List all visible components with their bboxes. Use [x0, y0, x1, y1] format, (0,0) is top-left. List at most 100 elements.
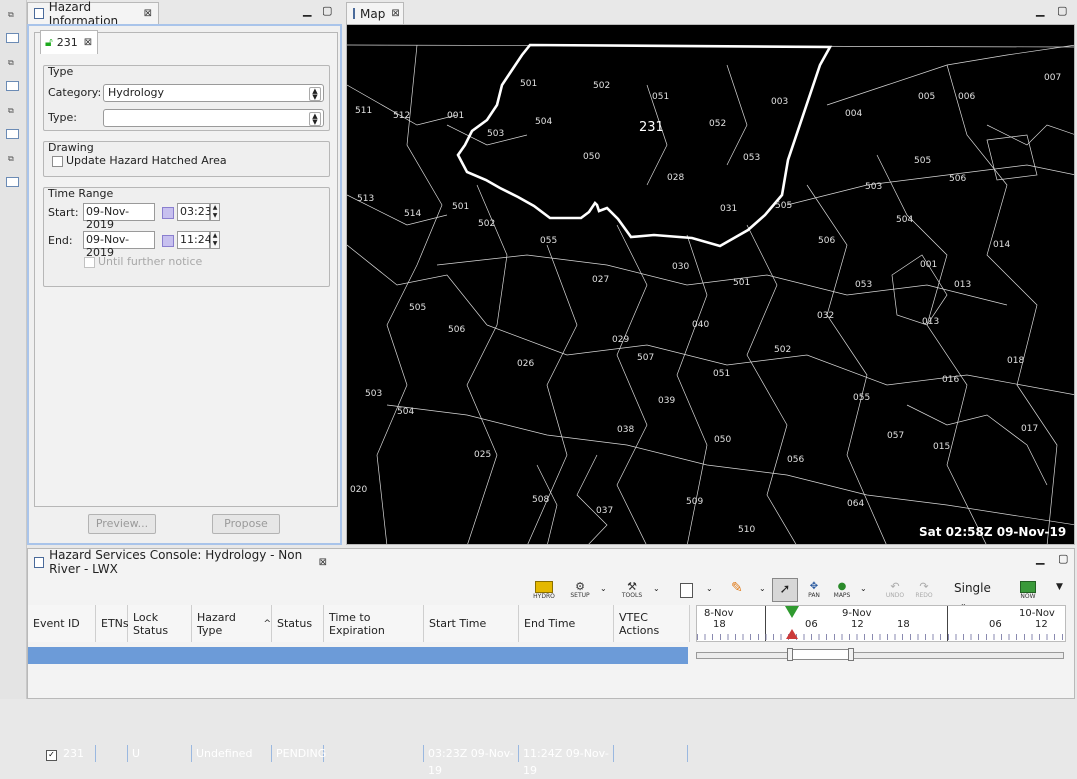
redo-icon: ↷: [919, 580, 929, 593]
restore-icon[interactable]: ⧉: [8, 106, 14, 116]
category-label: Category:: [48, 86, 102, 99]
close-icon[interactable]: ⊠: [144, 8, 152, 19]
column-lock-status[interactable]: Lock Status: [128, 605, 192, 642]
zone-label: 506: [818, 236, 835, 246]
now-button[interactable]: NOW: [1017, 581, 1039, 603]
column-etns[interactable]: ETNs: [96, 605, 129, 642]
view-menu-icon[interactable]: ▼: [1056, 582, 1063, 592]
tab-map[interactable]: Map ⊠: [346, 2, 404, 24]
zone-label: 016: [942, 375, 959, 385]
cell-event-id: ✓ 231: [28, 745, 96, 762]
chevron-updown-icon: ▲ ▼: [309, 112, 321, 126]
maximize-icon[interactable]: ▢: [322, 4, 332, 17]
pencil-icon[interactable]: ✎: [731, 580, 743, 596]
start-time-spinner[interactable]: ▲ ▼: [210, 203, 220, 221]
minimize-icon[interactable]: ▁: [303, 4, 311, 17]
column-status[interactable]: Status: [272, 605, 324, 642]
minimize-icon[interactable]: ▁: [1036, 4, 1044, 17]
restore-icon[interactable]: ⧉: [8, 58, 14, 68]
zone-label: 001: [920, 260, 937, 270]
close-icon[interactable]: ⊠: [391, 8, 399, 19]
event-start-handle[interactable]: [787, 648, 793, 661]
column-event-id[interactable]: Event ID: [28, 605, 96, 642]
column-hazard-type[interactable]: Hazard Type ^: [192, 605, 272, 642]
type-group-title: Type: [48, 65, 74, 78]
zone-label: 015: [933, 442, 950, 452]
table-row[interactable]: ✓ 231 U Undefined PENDING 03:23Z 09-Nov-1…: [28, 647, 688, 777]
tab-hazard-information[interactable]: Hazard Information ⊠: [27, 0, 159, 28]
undo-button[interactable]: ↶ UNDO: [884, 581, 906, 603]
maximize-icon[interactable]: ▢: [1057, 4, 1067, 17]
redo-button[interactable]: ↷ REDO: [913, 581, 935, 603]
document-icon[interactable]: [680, 583, 693, 598]
map-display[interactable]: 231 501 502 051 003 004 005 006 007 511 512 001 503…: [347, 25, 1075, 545]
zone-label: 003: [771, 97, 788, 107]
zone-label: 018: [1007, 356, 1024, 366]
column-end-time[interactable]: End Time: [519, 605, 614, 642]
close-icon[interactable]: ⊠: [319, 557, 327, 568]
minimize-icon[interactable]: ▁: [1036, 552, 1044, 565]
hazard-view-icon: [34, 8, 44, 19]
restore-icon[interactable]: ⧉: [8, 10, 14, 20]
preview-button[interactable]: Preview...: [88, 514, 156, 534]
select-pointer-button[interactable]: ➚: [772, 578, 798, 602]
chevron-down-icon[interactable]: ⌄: [706, 584, 713, 593]
until-further-checkbox[interactable]: [84, 257, 95, 268]
type-group: Type Category: Hydrology ▲ ▼ Type: ▲ ▼: [43, 65, 330, 131]
chevron-down-icon[interactable]: ⌄: [759, 584, 766, 593]
map-view-icon: [353, 8, 355, 19]
column-start-time[interactable]: Start Time: [424, 605, 519, 642]
view-icon[interactable]: [6, 81, 19, 91]
selection-mode-select[interactable]: Single ⌄: [954, 581, 1004, 608]
end-date-field[interactable]: 09-Nov-2019: [83, 231, 155, 259]
zone-label: 032: [817, 311, 834, 321]
zone-label: 004: [845, 109, 862, 119]
zone-label: 513: [357, 194, 374, 204]
sort-ascending-icon: ^: [263, 618, 271, 629]
event-end-handle[interactable]: [848, 648, 854, 661]
event-time-bar[interactable]: [790, 649, 852, 660]
timeline-ruler[interactable]: 8-Nov 9-Nov 10-Nov 18 06 12 18 06 12: [696, 605, 1066, 642]
calendar-icon[interactable]: [162, 207, 174, 219]
view-icon[interactable]: [6, 129, 19, 139]
start-time-field[interactable]: 03:23: [177, 203, 212, 221]
zone-label: 057: [887, 431, 904, 441]
restore-icon[interactable]: ⧉: [8, 154, 14, 164]
tab-console[interactable]: Hazard Services Console: Hydrology - Non…: [28, 548, 333, 576]
zone-label: 509: [686, 497, 703, 507]
calendar-icon[interactable]: [162, 235, 174, 247]
current-time-marker[interactable]: [785, 606, 799, 618]
maximize-icon[interactable]: ▢: [1058, 552, 1068, 565]
row-checkbox[interactable]: ✓: [46, 750, 57, 761]
hour-ticks: [697, 634, 1065, 640]
propose-button[interactable]: Propose: [212, 514, 280, 534]
view-icon[interactable]: [6, 177, 19, 187]
hazard-231-polygon[interactable]: [456, 43, 833, 248]
end-time-field[interactable]: 11:24: [177, 231, 212, 249]
column-vtec-actions[interactable]: VTEC Actions: [614, 605, 690, 642]
chevron-down-icon[interactable]: ⌄: [600, 584, 607, 593]
tools-button[interactable]: ⚒ TOOLS: [620, 581, 644, 603]
type-select[interactable]: ▲ ▼: [103, 109, 324, 127]
zone-label: 020: [350, 485, 367, 495]
cell-end-time: 11:24Z 09-Nov-19: [519, 745, 614, 777]
tab-event-231[interactable]: 🔓︎ 231 ⊠: [40, 30, 98, 54]
pan-button[interactable]: ✥ PAN: [803, 581, 825, 603]
end-time-spinner[interactable]: ▲ ▼: [210, 231, 220, 249]
setup-button[interactable]: ⚙ SETUP: [569, 581, 591, 603]
map-canvas[interactable]: 231 501 502 051 003 004 005 006 007 511 512 001 503…: [346, 24, 1075, 545]
hydro-button[interactable]: HYDRO: [533, 581, 555, 603]
day-label: 10-Nov: [1019, 608, 1055, 619]
category-select[interactable]: Hydrology ▲ ▼: [103, 84, 324, 102]
view-icon[interactable]: [6, 33, 19, 43]
close-icon[interactable]: ⊠: [84, 37, 92, 48]
zone-label: 037: [596, 506, 613, 516]
selected-time-marker[interactable]: [786, 629, 798, 639]
column-time-to-expiration[interactable]: Time to Expiration: [324, 605, 424, 642]
chevron-down-icon[interactable]: ⌄: [653, 584, 660, 593]
maps-button[interactable]: ● MAPS: [831, 581, 853, 603]
zone-label: 503: [487, 129, 504, 139]
chevron-down-icon[interactable]: ⌄: [860, 584, 867, 593]
update-hatched-checkbox[interactable]: [52, 156, 63, 167]
start-date-field[interactable]: 09-Nov-2019: [83, 203, 155, 231]
